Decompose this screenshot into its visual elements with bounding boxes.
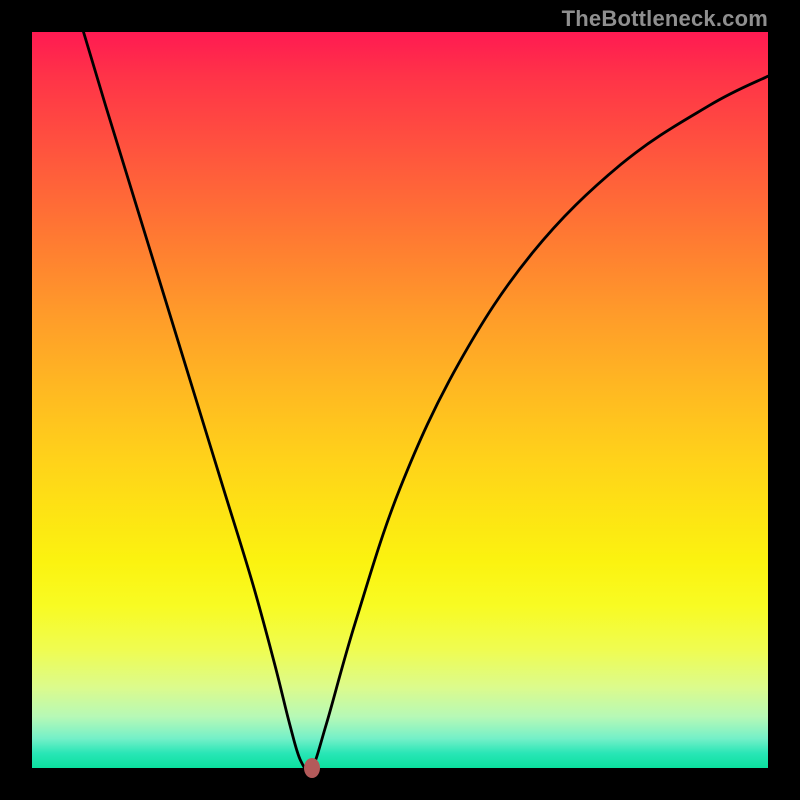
watermark-text: TheBottleneck.com	[562, 6, 768, 32]
bottleneck-curve	[84, 32, 768, 768]
chart-frame: TheBottleneck.com	[0, 0, 800, 800]
curve-svg	[32, 32, 768, 768]
minimum-marker	[304, 758, 320, 778]
plot-area	[32, 32, 768, 768]
